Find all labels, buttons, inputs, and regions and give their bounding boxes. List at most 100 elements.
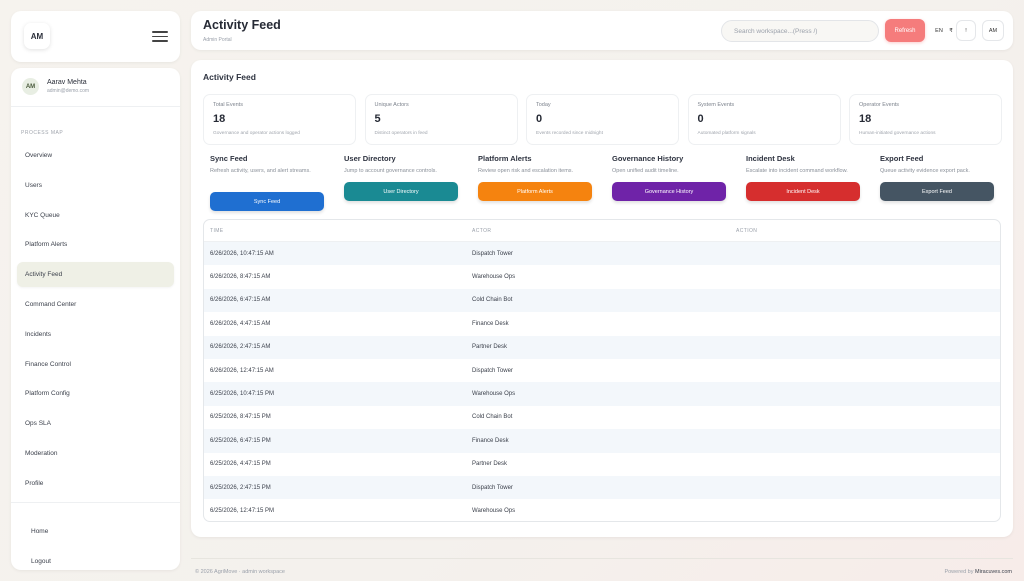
stat-label: Total Events <box>213 102 243 108</box>
table-row[interactable]: 6/26/2026, 12:47:15 AM Dispatch Tower <box>204 359 1000 382</box>
governance-history-button[interactable]: Governance History <box>612 182 726 201</box>
export-feed-button[interactable]: Export Feed <box>880 182 994 201</box>
header-avatar[interactable]: AM <box>982 20 1004 41</box>
cell-time: 6/25/2026, 12:47:15 PM <box>210 507 275 514</box>
language-chip[interactable]: EN <box>932 21 946 41</box>
cell-actor: Dispatch Tower <box>472 484 513 491</box>
sidebar-bottom-nav: Home Logout <box>31 516 51 576</box>
alert-icon[interactable]: ! <box>956 20 976 41</box>
incident-desk-button[interactable]: Incident Desk <box>746 182 860 201</box>
user-name: Aarav Mehta <box>47 79 87 86</box>
cell-time: 6/26/2026, 4:47:15 AM <box>210 320 271 327</box>
stat-description: Events recorded since midnight <box>536 131 603 136</box>
table-row[interactable]: 6/26/2026, 10:47:15 AM Dispatch Tower <box>204 242 1000 266</box>
refresh-button[interactable]: Refresh <box>885 19 925 42</box>
sidebar-item-incidents[interactable]: Incidents <box>17 322 174 347</box>
table-row[interactable]: 6/25/2026, 2:47:15 PM Dispatch Tower <box>204 475 1000 500</box>
stat-card-unique-actors: Unique Actors 5 Distinct operators in feed <box>364 94 518 145</box>
table-row[interactable]: 6/26/2026, 2:47:15 AM Partner Desk <box>204 335 1000 359</box>
table-row[interactable]: 6/25/2026, 4:47:15 PM Partner Desk <box>204 453 1000 476</box>
cell-time: 6/25/2026, 10:47:15 PM <box>210 391 275 398</box>
currency-chip[interactable]: ₹ <box>946 21 956 41</box>
stat-card-operator-events: Operator Events 18 Human-initiated governa… <box>849 94 1002 145</box>
action-title: Governance History <box>612 154 684 163</box>
brand-logo[interactable]: AM <box>24 23 50 49</box>
stat-card-total-events: Total Events 18 Governance and operator ac… <box>203 94 356 145</box>
sidebar-item-platform-config[interactable]: Platform Config <box>17 381 174 406</box>
sidebar-item-activity-feed[interactable]: Activity Feed <box>17 262 174 288</box>
action-title: Incident Desk <box>746 154 795 163</box>
stat-value: 18 <box>213 113 226 125</box>
action-description: Queue activity evidence export pack. <box>880 168 970 174</box>
cell-actor: Finance Desk <box>472 320 509 327</box>
section-label: PROCESS MAP <box>21 130 64 136</box>
action-description: Review open risk and escalation items. <box>478 168 574 174</box>
cell-actor: Partner Desk <box>472 461 508 468</box>
table-row[interactable]: 6/25/2026, 10:47:15 PM Warehouse Ops <box>204 382 1000 406</box>
avatar: AM <box>22 78 39 95</box>
action-title: Export Feed <box>880 154 924 163</box>
column-header-action[interactable]: ACTION <box>736 228 1000 234</box>
table-header: TIME ACTOR ACTION <box>204 220 1000 242</box>
stat-card-system-events: System Events 0 Automated platform signals <box>687 94 841 145</box>
action-title: Sync Feed <box>210 154 248 163</box>
table-row[interactable]: 6/25/2026, 12:47:15 PM Warehouse Ops <box>204 499 1000 521</box>
column-header-time[interactable]: TIME <box>204 228 472 234</box>
column-header-actor[interactable]: ACTOR <box>472 228 736 234</box>
table-row[interactable]: 6/25/2026, 6:47:15 PM Finance Desk <box>204 429 1000 453</box>
cell-time: 6/25/2026, 6:47:15 PM <box>210 437 271 444</box>
footer-credit-prefix: Powered by <box>944 569 974 575</box>
cell-time: 6/25/2026, 2:47:15 PM <box>210 484 271 491</box>
action-card-governance-history: Governance History Open unified audit tim… <box>612 154 740 201</box>
stat-label: System Events <box>697 102 735 108</box>
user-directory-button[interactable]: User Directory <box>344 182 458 201</box>
sidebar-item-finance-control[interactable]: Finance Control <box>17 352 174 377</box>
table-row[interactable]: 6/26/2026, 8:47:15 AM Warehouse Ops <box>204 265 1000 288</box>
sidebar: AM Aarav Mehta admin@demo.com PROCESS MA… <box>11 68 180 570</box>
divider <box>11 106 180 107</box>
stat-value: 5 <box>374 113 381 125</box>
hamburger-icon[interactable] <box>152 31 168 42</box>
action-description: Open unified audit timeline. <box>612 168 679 174</box>
platform-alerts-button[interactable]: Platform Alerts <box>478 182 592 201</box>
sidebar-item-kyc-queue[interactable]: KYC Queue <box>17 203 174 228</box>
sync-feed-button[interactable]: Sync Feed <box>210 192 324 211</box>
table-row[interactable]: 6/26/2026, 6:47:15 AM Cold Chain Bot <box>204 288 1000 313</box>
cell-actor: Warehouse Ops <box>472 274 516 281</box>
sidebar-item-ops-sla[interactable]: Ops SLA <box>17 411 174 436</box>
cell-time: 6/26/2026, 6:47:15 AM <box>210 297 271 304</box>
cell-time: 6/26/2026, 12:47:15 AM <box>210 367 274 374</box>
footer-credit-link[interactable]: Miracuves.com <box>975 569 1012 575</box>
table-row[interactable]: 6/26/2026, 4:47:15 AM Finance Desk <box>204 312 1000 335</box>
sidebar-item-users[interactable]: Users <box>17 173 174 198</box>
stat-description: Human-initiated governance actions <box>859 131 936 136</box>
action-card-incident-desk: Incident Desk Escalate into incident comm… <box>746 154 874 201</box>
sidebar-item-command-center[interactable]: Command Center <box>17 292 174 317</box>
table-row[interactable]: 6/25/2026, 8:47:15 PM Cold Chain Bot <box>204 406 1000 429</box>
search-input[interactable] <box>721 20 879 42</box>
sidebar-item-logout[interactable]: Logout <box>31 546 51 576</box>
footer-copyright: © 2026 AgriMove · admin workspace <box>195 569 285 575</box>
cell-actor: Cold Chain Bot <box>472 414 513 421</box>
sidebar-item-home[interactable]: Home <box>31 516 51 546</box>
cell-actor: Partner Desk <box>472 344 508 351</box>
action-description: Refresh activity, users, and alert strea… <box>210 168 311 174</box>
stat-description: Distinct operators in feed <box>374 131 428 136</box>
sidebar-item-profile[interactable]: Profile <box>17 471 174 496</box>
cell-actor: Warehouse Ops <box>472 391 516 398</box>
stat-description: Governance and operator actions logged <box>213 131 300 136</box>
cell-actor: Dispatch Tower <box>472 367 513 374</box>
sidebar-item-platform-alerts[interactable]: Platform Alerts <box>17 232 174 257</box>
cell-time: 6/26/2026, 2:47:15 AM <box>210 344 271 351</box>
action-card-export-feed: Export Feed Queue activity evidence expor… <box>880 154 1008 201</box>
page-title: Activity Feed <box>203 18 281 32</box>
sidebar-item-overview[interactable]: Overview <box>17 143 174 168</box>
sidebar-item-moderation[interactable]: Moderation <box>17 441 174 466</box>
footer-credit: Powered by Miracuves.com <box>944 569 1012 575</box>
cell-actor: Cold Chain Bot <box>472 297 513 304</box>
action-description: Escalate into incident command workflow. <box>746 168 848 174</box>
page-subtitle: Admin Portal <box>203 37 232 43</box>
cell-time: 6/25/2026, 8:47:15 PM <box>210 414 271 421</box>
stat-label: Operator Events <box>859 102 900 108</box>
cell-time: 6/26/2026, 10:47:15 AM <box>210 250 274 257</box>
